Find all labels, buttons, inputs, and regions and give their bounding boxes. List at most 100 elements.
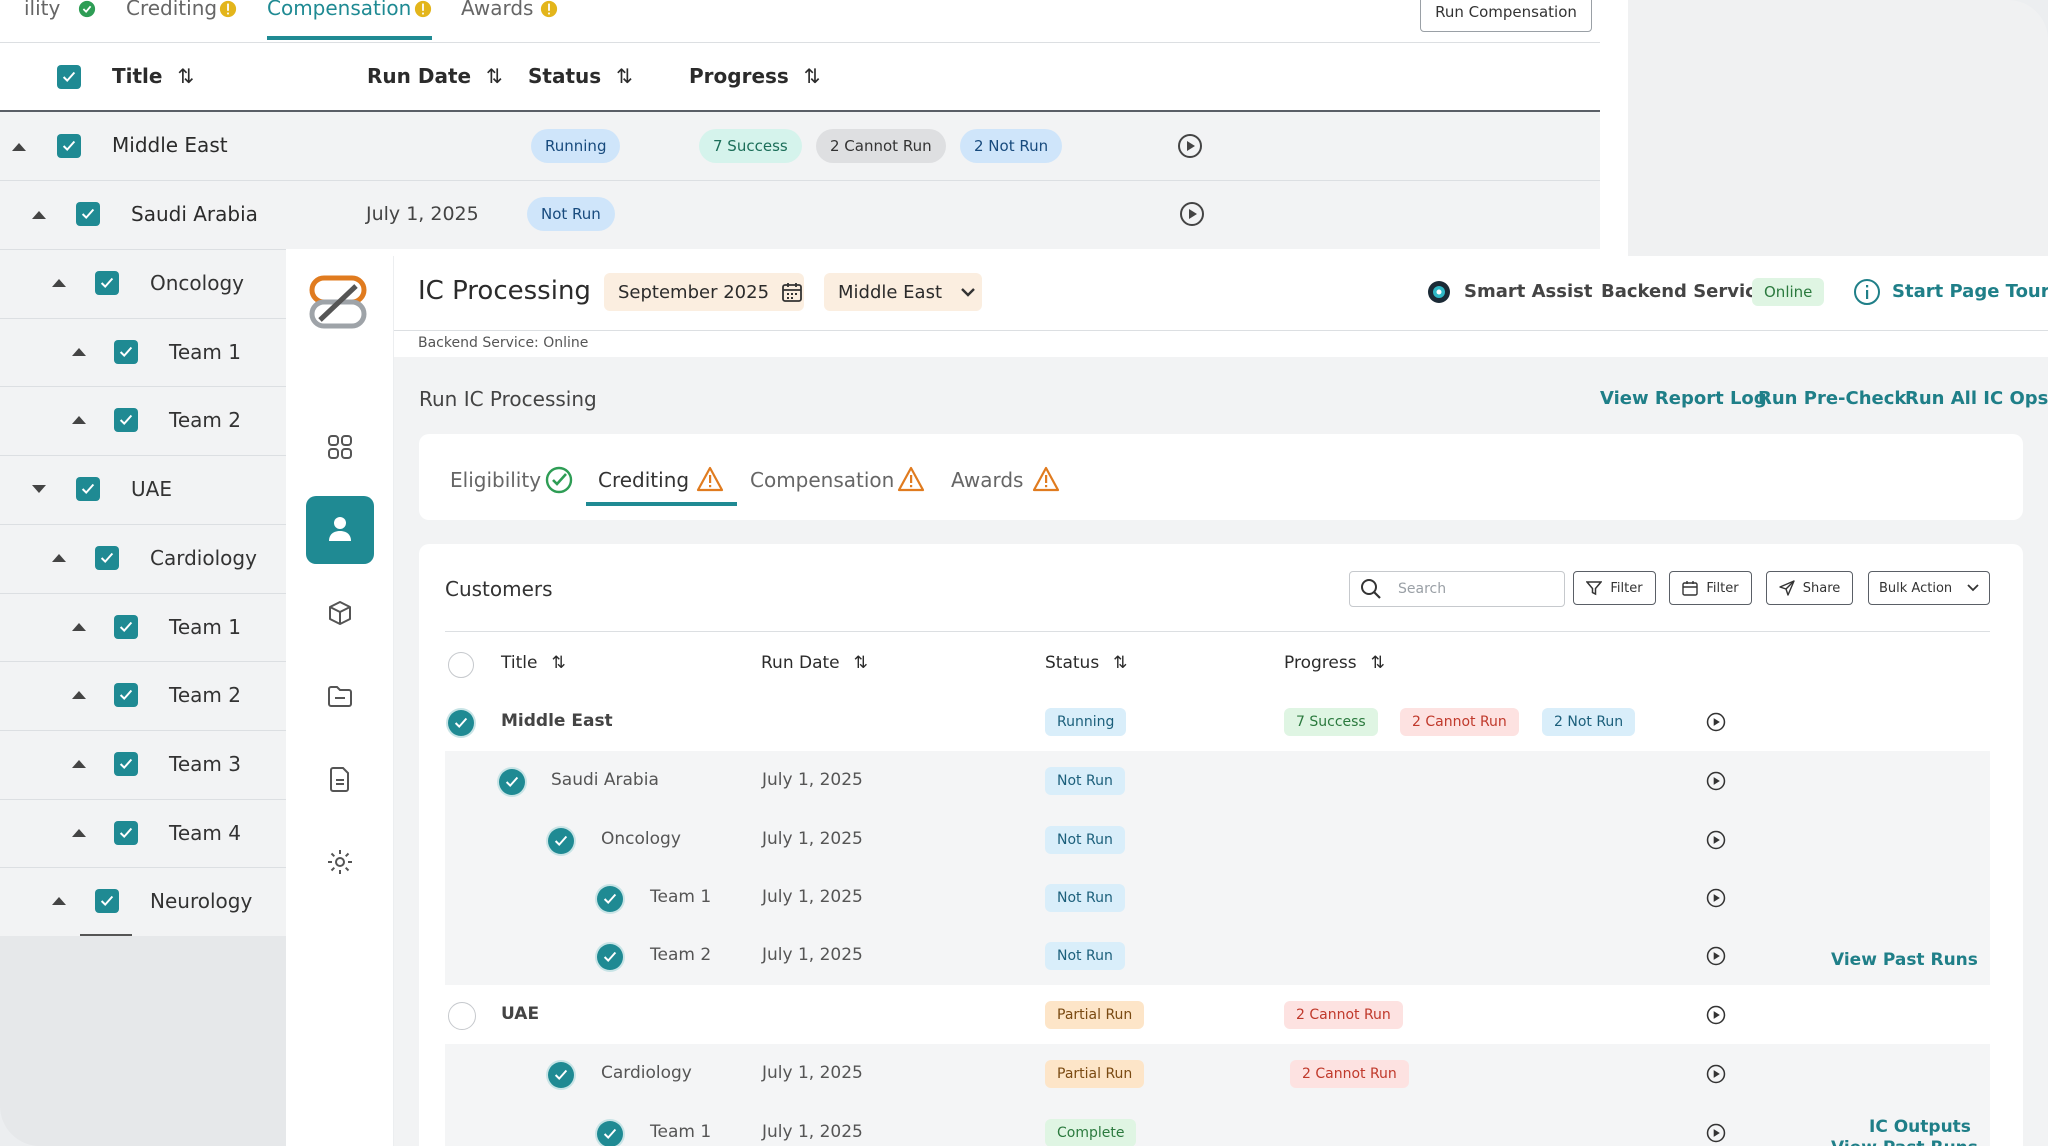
status-badge: Running xyxy=(531,129,621,163)
play-button[interactable] xyxy=(1706,712,1726,732)
back-tab-compensation[interactable]: Compensation xyxy=(267,0,411,20)
date-picker[interactable]: September 2025 xyxy=(604,273,804,311)
row-checkbox[interactable] xyxy=(597,886,623,912)
select-all-checkbox[interactable] xyxy=(57,65,81,89)
row-checkbox[interactable] xyxy=(95,545,119,570)
sort-icon: ⇅ xyxy=(803,64,821,88)
row-checkbox[interactable] xyxy=(114,820,138,845)
run-all-ic-ops-link[interactable]: Run All IC Ops xyxy=(1905,388,2048,409)
check-icon xyxy=(81,483,95,495)
row-checkbox[interactable] xyxy=(76,202,100,226)
row-checkbox[interactable] xyxy=(548,827,574,854)
back-tab-crediting[interactable]: Crediting xyxy=(126,0,217,20)
tab-eligibility[interactable]: Eligibility xyxy=(450,468,541,492)
collapse-caret-icon[interactable] xyxy=(72,347,86,356)
col-progress[interactable]: Progress ⇅ xyxy=(1284,653,1385,673)
tab-crediting[interactable]: Crediting xyxy=(598,468,689,492)
section-title: Run IC Processing xyxy=(419,387,597,411)
check-icon xyxy=(119,346,133,357)
tab-awards[interactable]: Awards xyxy=(951,468,1023,492)
row-checkbox[interactable] xyxy=(499,768,525,795)
row-checkbox[interactable] xyxy=(597,1120,623,1146)
button-label: Share xyxy=(1802,580,1841,596)
collapse-caret-icon[interactable] xyxy=(12,143,26,151)
row-title: Team 4 xyxy=(169,820,241,845)
row-checkbox[interactable] xyxy=(95,889,119,914)
status-badge: Complete xyxy=(1045,1118,1137,1146)
collapse-caret-icon[interactable] xyxy=(72,691,86,700)
play-button[interactable] xyxy=(1706,1064,1726,1084)
row-checkbox[interactable] xyxy=(76,477,100,502)
start-page-tour-link[interactable]: Start Page Tour xyxy=(1892,281,2048,302)
share-button[interactable]: Share xyxy=(1766,571,1853,605)
document-icon[interactable] xyxy=(326,765,354,793)
cube-icon[interactable] xyxy=(326,599,354,627)
row-checkbox[interactable] xyxy=(114,614,138,639)
play-button[interactable] xyxy=(1706,771,1726,791)
collapse-caret-icon[interactable] xyxy=(52,553,66,562)
row-checkbox[interactable] xyxy=(548,1061,574,1088)
back-tab-awards[interactable]: Awards xyxy=(461,0,533,20)
gear-icon[interactable] xyxy=(326,848,354,876)
collapse-caret-icon[interactable] xyxy=(52,279,66,287)
view-past-runs-link[interactable]: View Past Runs xyxy=(1831,950,1978,970)
collapse-caret-icon[interactable] xyxy=(72,759,86,768)
expand-caret-icon[interactable] xyxy=(32,485,46,494)
date-filter-button[interactable]: Filter xyxy=(1669,571,1752,605)
view-report-log-link[interactable]: View Report Log xyxy=(1600,388,1767,409)
collapse-caret-icon[interactable] xyxy=(52,897,66,906)
play-button[interactable] xyxy=(1706,1123,1726,1143)
collapse-caret-icon[interactable] xyxy=(32,211,46,219)
filter-button[interactable]: Filter xyxy=(1573,571,1656,605)
play-button[interactable] xyxy=(1706,946,1726,966)
divider xyxy=(394,330,2048,331)
bulk-action-select[interactable]: Bulk Action xyxy=(1868,571,1990,605)
play-button[interactable] xyxy=(1706,1005,1726,1025)
row-checkbox[interactable] xyxy=(448,709,474,736)
col-label: Status xyxy=(528,64,602,88)
row-checkbox[interactable] xyxy=(57,134,81,158)
row-title: Saudi Arabia xyxy=(131,202,258,226)
row-checkbox[interactable] xyxy=(597,944,623,970)
button-label: Filter xyxy=(1706,580,1739,596)
button-label: Run Compensation xyxy=(1435,3,1577,21)
collapse-caret-icon[interactable] xyxy=(72,828,86,837)
tab-underline xyxy=(586,502,737,506)
collapse-caret-icon[interactable] xyxy=(72,622,86,631)
col-title[interactable]: Title ⇅ xyxy=(112,64,194,88)
collapse-caret-icon[interactable] xyxy=(72,416,86,425)
dashboard-icon[interactable] xyxy=(326,433,354,461)
row-checkbox[interactable] xyxy=(95,271,119,295)
tab-compensation[interactable]: Compensation xyxy=(750,468,894,492)
filter-icon xyxy=(1586,581,1603,596)
smart-assist-button[interactable]: Smart Assist xyxy=(1464,281,1592,302)
play-icon[interactable] xyxy=(1177,133,1203,159)
play-icon[interactable] xyxy=(1179,201,1205,227)
search-input[interactable]: Search xyxy=(1349,571,1565,607)
col-title[interactable]: Title ⇅ xyxy=(501,653,566,673)
row-checkbox[interactable] xyxy=(448,1001,476,1030)
run-compensation-button[interactable]: Run Compensation xyxy=(1420,0,1592,32)
row-checkbox[interactable] xyxy=(114,751,138,776)
app-logo-icon xyxy=(309,275,367,329)
col-progress[interactable]: Progress ⇅ xyxy=(689,64,821,88)
col-run-date[interactable]: Run Date ⇅ xyxy=(761,653,868,673)
divider xyxy=(0,386,286,388)
col-run-date[interactable]: Run Date ⇅ xyxy=(367,64,503,88)
play-button[interactable] xyxy=(1706,888,1726,908)
back-tab-eligibility[interactable]: ility xyxy=(24,0,60,20)
ic-outputs-link[interactable]: IC Outputs xyxy=(1869,1117,1971,1137)
col-status[interactable]: Status ⇅ xyxy=(528,64,633,88)
col-status[interactable]: Status ⇅ xyxy=(1045,653,1127,673)
row-checkbox[interactable] xyxy=(114,408,138,433)
run-pre-check-link[interactable]: Run Pre-Check xyxy=(1758,388,1906,409)
row-checkbox[interactable] xyxy=(114,339,138,364)
select-all-checkbox[interactable] xyxy=(448,652,474,678)
play-button[interactable] xyxy=(1706,830,1726,850)
folder-icon[interactable] xyxy=(326,682,354,710)
row-checkbox[interactable] xyxy=(114,683,138,708)
region-select[interactable]: Middle East xyxy=(824,273,982,311)
check-icon xyxy=(603,951,617,963)
progress-badge: 2 Cannot Run xyxy=(816,129,946,163)
view-past-runs-link[interactable]: View Past Runs xyxy=(1831,1138,1978,1146)
